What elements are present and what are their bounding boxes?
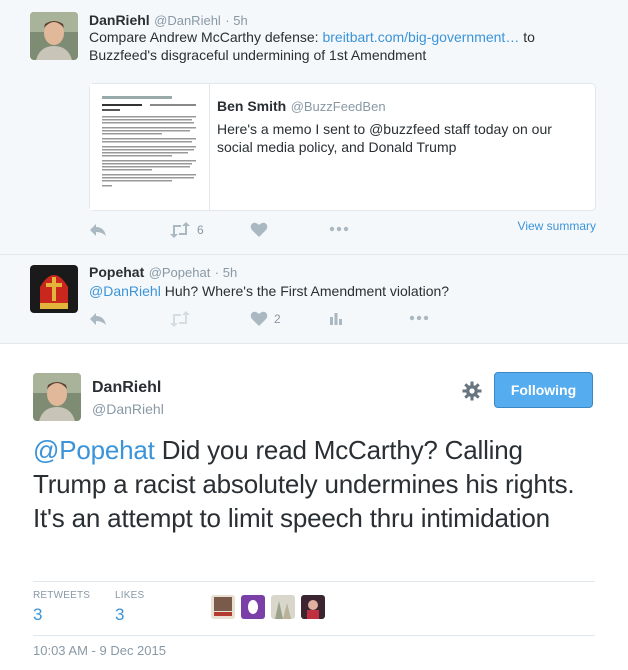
retweet-count: 6 — [197, 223, 204, 237]
like-icon — [250, 222, 268, 237]
more-button[interactable] — [329, 226, 349, 232]
retweet-button[interactable]: 6 — [169, 222, 204, 238]
view-summary-link[interactable]: View summary — [518, 219, 596, 233]
tweet-text: @DanRiehl Huh? Where's the First Amendme… — [89, 283, 450, 299]
tweet-stats: RETWEETS 3 LIKES 3 — [33, 581, 595, 636]
reply-icon — [90, 313, 106, 325]
reply-button[interactable] — [89, 311, 107, 327]
retweets-label: RETWEETS — [33, 590, 91, 601]
retweet-icon — [170, 311, 190, 327]
author-name[interactable]: DanRiehl — [92, 379, 161, 397]
tweet-time[interactable]: 5h — [233, 13, 247, 28]
retweets-count: 3 — [33, 605, 43, 624]
author-handle[interactable]: @DanRiehl — [154, 13, 221, 28]
author-handle[interactable]: @DanRiehl — [92, 401, 164, 417]
liker-avatar[interactable] — [301, 595, 325, 619]
reply-button[interactable] — [89, 222, 107, 238]
avatar[interactable] — [30, 265, 78, 313]
liker-avatars — [211, 595, 331, 619]
quoted-tweet-text: Here's a memo I sent to @buzzfeed staff … — [217, 121, 552, 155]
retweets-stat[interactable]: RETWEETS 3 — [33, 590, 90, 625]
tweet-time[interactable]: 5h — [223, 265, 237, 280]
liker-avatar[interactable] — [241, 595, 265, 619]
tweet-danriehl-1[interactable]: DanRiehl @DanRiehl · 5h Compare Andrew M… — [0, 0, 628, 255]
tweet-popehat[interactable]: Popehat @Popehat · 5h @DanRiehl Huh? Whe… — [0, 255, 628, 343]
settings-button[interactable] — [462, 381, 482, 406]
author-name[interactable]: DanRiehl — [89, 12, 150, 28]
author-name[interactable]: Popehat — [89, 264, 144, 280]
mention-link[interactable]: @Popehat — [33, 435, 155, 465]
more-icon — [409, 315, 429, 321]
likes-count: 3 — [115, 605, 125, 624]
main-tweet-text: @Popehat Did you read McCarthy? Calling … — [33, 435, 575, 533]
analytics-icon — [330, 313, 342, 325]
quoted-author-handle[interactable]: @BuzzFeedBen — [291, 99, 386, 114]
more-icon — [329, 226, 349, 232]
avatar[interactable] — [33, 373, 81, 421]
like-icon — [250, 311, 268, 326]
more-button[interactable] — [409, 315, 429, 321]
following-button[interactable]: Following — [494, 372, 593, 408]
like-button[interactable] — [250, 222, 268, 238]
liker-avatar[interactable] — [211, 595, 235, 619]
quoted-tweet-card[interactable]: Ben Smith @BuzzFeedBen Here's a memo I s… — [89, 83, 596, 211]
retweet-button[interactable] — [169, 311, 191, 327]
tweet-timestamp[interactable]: 10:03 AM - 9 Dec 2015 — [33, 643, 166, 658]
retweet-icon — [170, 222, 190, 238]
conversation-thread: DanRiehl @DanRiehl · 5h Compare Andrew M… — [0, 0, 628, 343]
tweet-text: Compare Andrew McCarthy defense: breitba… — [89, 29, 535, 63]
like-button[interactable]: 2 — [250, 311, 281, 327]
memo-thumbnail — [90, 84, 210, 210]
like-count: 2 — [274, 312, 281, 326]
avatar[interactable] — [30, 12, 78, 60]
gear-icon — [462, 381, 482, 401]
likes-stat[interactable]: LIKES 3 — [115, 590, 144, 625]
liker-avatar[interactable] — [271, 595, 295, 619]
likes-label: LIKES — [115, 590, 145, 601]
mention-link[interactable]: @DanRiehl — [89, 283, 161, 299]
author-handle[interactable]: @Popehat — [149, 265, 211, 280]
quoted-author-name[interactable]: Ben Smith — [217, 98, 286, 114]
main-tweet: DanRiehl @DanRiehl Following @Popehat Di… — [0, 343, 628, 670]
analytics-button[interactable] — [329, 311, 343, 325]
reply-icon — [90, 224, 106, 236]
tweet-link[interactable]: breitbart.com/big-government… — [322, 29, 519, 45]
